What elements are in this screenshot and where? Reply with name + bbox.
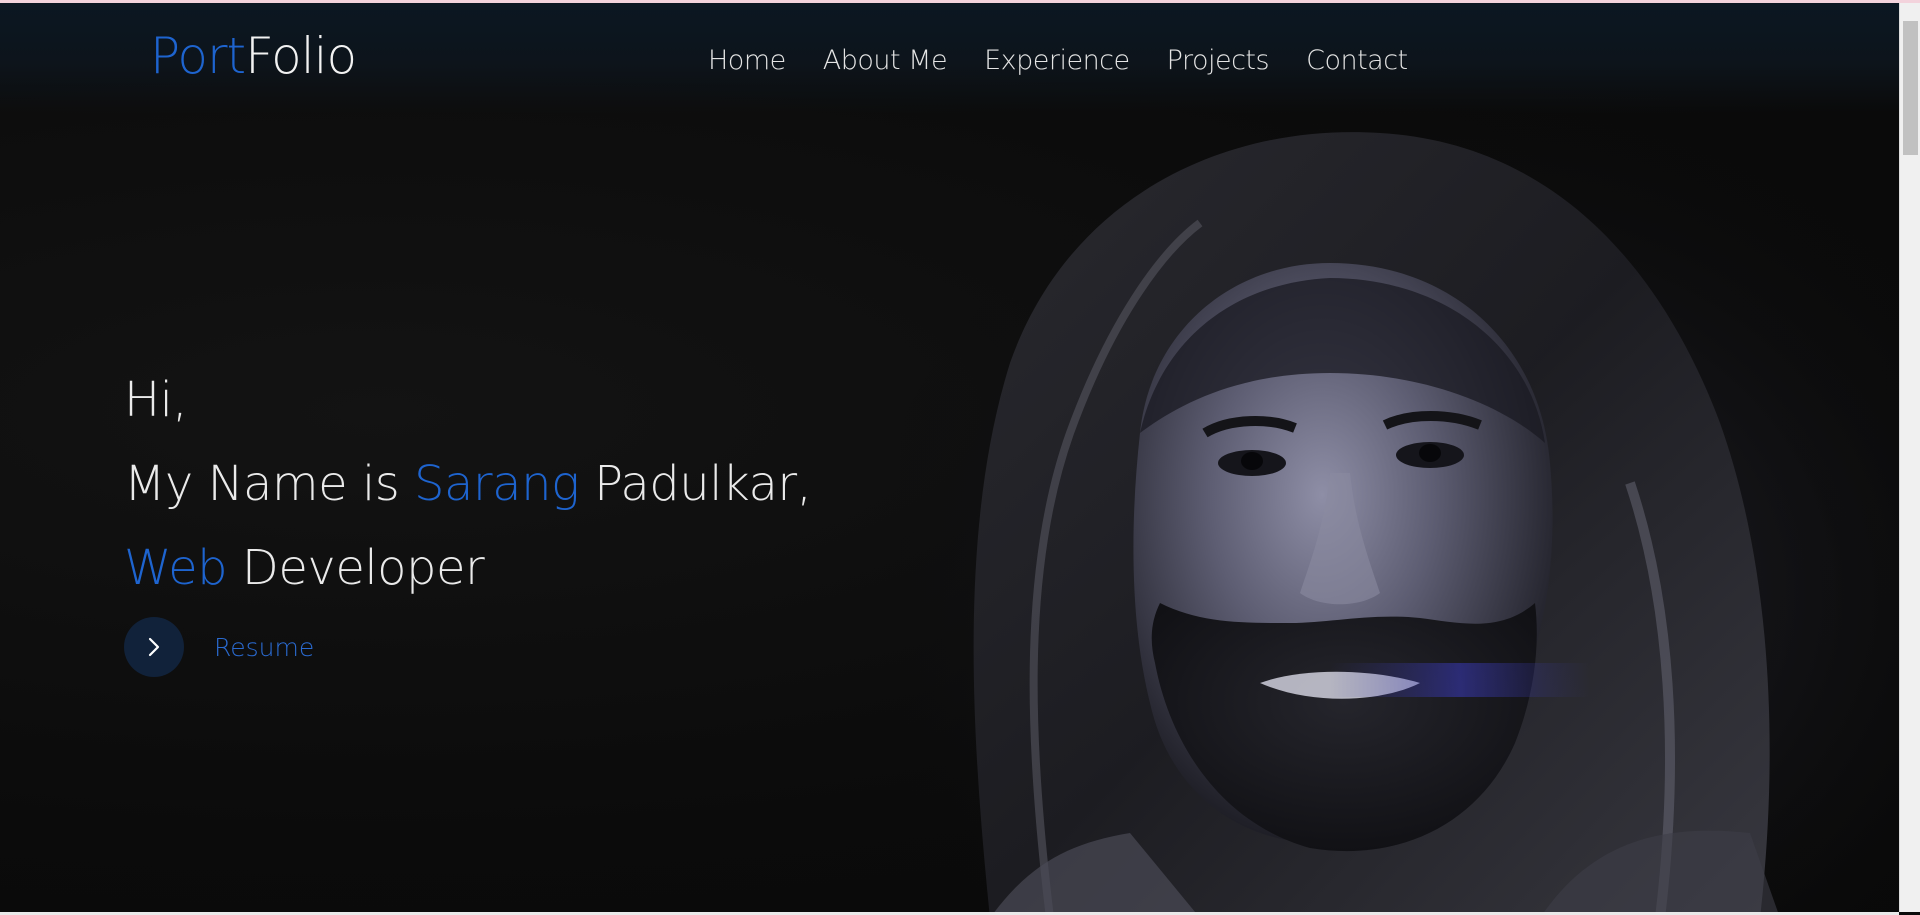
resume-button[interactable] (124, 617, 184, 677)
hero-text: Hi, My Name is Sarang Padulkar, Web Deve… (124, 358, 812, 610)
last-name: Padulkar, (579, 456, 812, 512)
hero-role: Web Developer (124, 526, 811, 610)
intro-prefix: My Name is (124, 456, 415, 512)
portrait-image (900, 103, 1899, 912)
logo-part-folio: Folio (245, 27, 357, 85)
scrollbar-thumb[interactable] (1903, 21, 1918, 155)
nav-item-about-me[interactable]: About Me (823, 45, 948, 76)
nav-item-home[interactable]: Home (708, 45, 786, 76)
vertical-scrollbar[interactable] (1899, 3, 1920, 912)
navbar: PortFolio Home About Me Experience Proje… (0, 3, 1899, 113)
nav-item-experience[interactable]: Experience (984, 45, 1130, 76)
nav-menu: Home About Me Experience Projects Contac… (708, 45, 1408, 76)
role-rest: Developer (227, 540, 485, 596)
hero-intro: My Name is Sarang Padulkar, (124, 442, 812, 526)
first-name: Sarang (414, 456, 580, 512)
role-accent: Web (124, 540, 228, 596)
chevron-right-icon (148, 637, 160, 657)
site-logo[interactable]: PortFolio (150, 27, 357, 85)
resume-link[interactable]: Resume (124, 617, 314, 677)
main-viewport: PortFolio Home About Me Experience Proje… (0, 3, 1899, 912)
nav-item-contact[interactable]: Contact (1306, 45, 1408, 76)
nav-item-projects[interactable]: Projects (1167, 45, 1270, 76)
hero-greeting: Hi, (124, 372, 188, 428)
logo-part-port: Port (150, 27, 246, 85)
resume-label[interactable]: Resume (214, 633, 314, 662)
page: PortFolio Home About Me Experience Proje… (0, 0, 1920, 915)
